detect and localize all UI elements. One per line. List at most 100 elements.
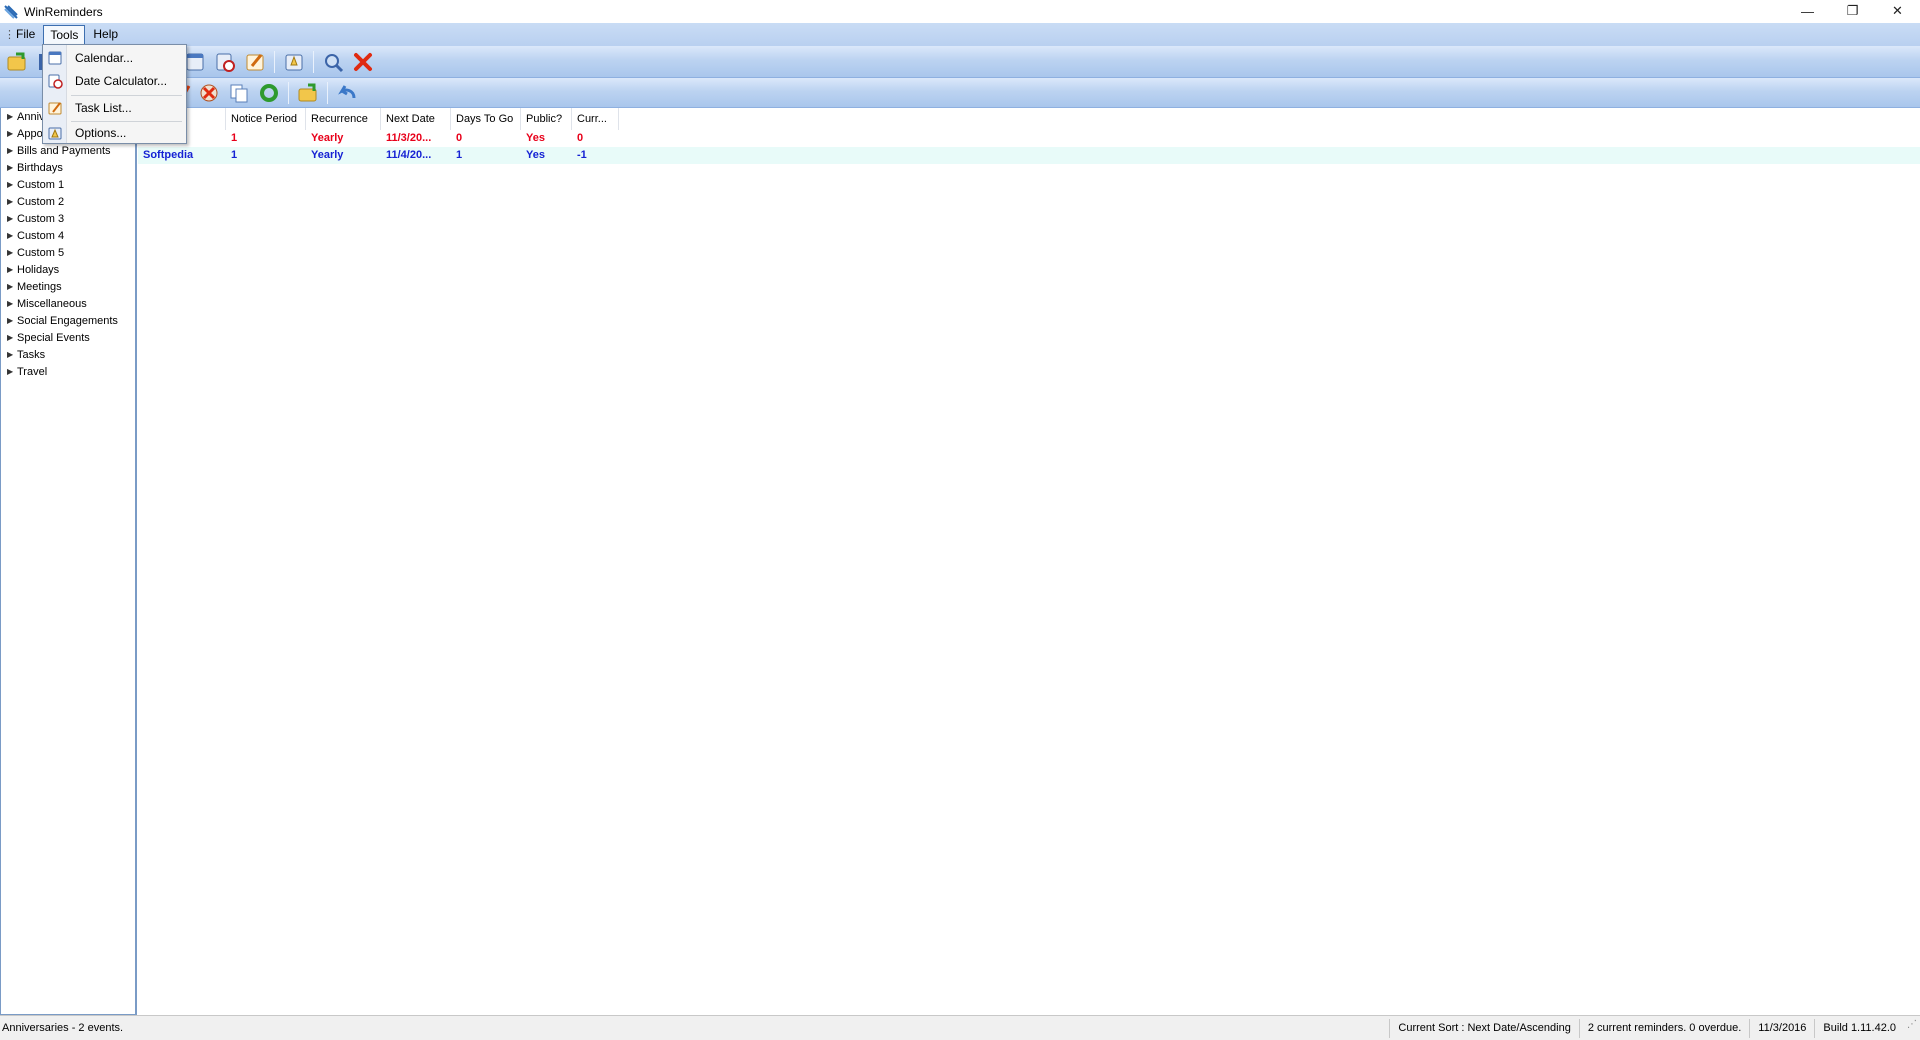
tree-item-label: Holidays [17, 263, 60, 276]
tree-item-label: Tasks [17, 348, 46, 361]
status-category-count: Anniversaries - 2 events. [2, 1022, 124, 1034]
tree-item-miscellaneous[interactable]: ▶ Miscellaneous [1, 295, 135, 312]
expand-arrow-icon[interactable]: ▶ [1, 231, 13, 240]
menu-item-label: Task List... [75, 101, 132, 115]
refresh-icon[interactable] [256, 80, 282, 106]
expand-arrow-icon[interactable]: ▶ [1, 367, 13, 376]
cell-current: -1 [577, 149, 587, 161]
column-header-current[interactable]: Curr... [572, 108, 619, 130]
expand-arrow-icon[interactable]: ▶ [1, 265, 13, 274]
exit-icon[interactable] [350, 49, 376, 75]
cell-days-to-go: 1 [456, 149, 463, 161]
undo-icon[interactable] [334, 80, 360, 106]
tree-item-travel[interactable]: ▶ Travel [1, 363, 135, 380]
menu-item-calendar[interactable]: Calendar... [43, 47, 186, 69]
expand-arrow-icon[interactable]: ▶ [1, 333, 13, 342]
status-reminder-summary: 2 current reminders. 0 overdue. [1578, 1018, 1749, 1038]
table-row[interactable]: Test 1 Yearly 11/3/20... 0 Yes 0 [138, 130, 1920, 147]
tree-item-label: Social Engagements [17, 314, 118, 327]
cell-recurrence: Yearly [311, 149, 344, 161]
tree-item-bills[interactable]: ▶ Bills and Payments [1, 142, 135, 159]
alarm-notify-icon[interactable] [281, 49, 307, 75]
task-list-icon [43, 100, 67, 116]
column-header-public[interactable]: Public? [521, 108, 572, 130]
tree-item-tasks[interactable]: ▶ Tasks [1, 346, 135, 363]
status-date: 11/3/2016 [1749, 1018, 1814, 1038]
cell-public: Yes [526, 132, 545, 144]
expand-arrow-icon[interactable]: ▶ [1, 112, 13, 121]
expand-arrow-icon[interactable]: ▶ [1, 214, 13, 223]
view-date-calculator-icon[interactable] [212, 49, 238, 75]
new-category-icon[interactable] [4, 49, 30, 75]
tree-item-holidays[interactable]: ▶ Holidays [1, 261, 135, 278]
menu-item-label: Date Calculator... [75, 74, 168, 88]
tree-item-label: Custom 1 [17, 178, 65, 191]
calendar-icon [43, 50, 67, 66]
date-calculator-icon [43, 73, 67, 89]
toolbar-separator [274, 50, 275, 73]
tree-item-custom-3[interactable]: ▶ Custom 3 [1, 210, 135, 227]
expand-arrow-icon[interactable]: ▶ [1, 197, 13, 206]
expand-arrow-icon[interactable]: ▶ [1, 248, 13, 257]
menu-tools[interactable]: Tools [43, 25, 86, 44]
tree-item-label: Custom 5 [17, 246, 65, 259]
tree-item-custom-5[interactable]: ▶ Custom 5 [1, 244, 135, 261]
title-bar: WinReminders — ❐ ✕ [0, 0, 1920, 23]
tree-item-label: Custom 3 [17, 212, 65, 225]
menu-item-task-list[interactable]: Task List... [43, 97, 186, 119]
pane-splitter[interactable] [136, 108, 137, 1015]
menu-item-date-calculator[interactable]: Date Calculator... [43, 70, 186, 92]
grid-header: Label Notice Period Recurrence Next Date… [138, 108, 1920, 130]
tree-item-social-engagements[interactable]: ▶ Social Engagements [1, 312, 135, 329]
reminder-grid: Label Notice Period Recurrence Next Date… [138, 108, 1920, 1015]
expand-arrow-icon[interactable]: ▶ [1, 282, 13, 291]
tree-item-label: Meetings [17, 280, 62, 293]
status-build: Build 1.11.42.0 [1814, 1018, 1904, 1038]
expand-arrow-icon[interactable]: ▶ [1, 163, 13, 172]
column-header-next-date[interactable]: Next Date [381, 108, 451, 130]
app-logo-icon [4, 4, 18, 19]
main-toolbar [0, 46, 1920, 78]
cell-recurrence: Yearly [311, 132, 344, 144]
menu-grip-icon: ⋮ [4, 29, 15, 41]
cell-next-date: 11/3/20... [386, 132, 432, 144]
toolbar-separator [288, 81, 289, 104]
menu-help[interactable]: Help [87, 25, 124, 44]
expand-arrow-icon[interactable]: ▶ [1, 350, 13, 359]
tree-item-custom-4[interactable]: ▶ Custom 4 [1, 227, 135, 244]
expand-arrow-icon[interactable]: ▶ [1, 129, 13, 138]
delete-reminder-icon[interactable] [196, 80, 222, 106]
minimize-button[interactable]: — [1785, 0, 1830, 22]
expand-arrow-icon[interactable]: ▶ [1, 146, 13, 155]
column-header-days-to-go[interactable]: Days To Go [451, 108, 521, 130]
menu-file[interactable]: File [10, 25, 41, 44]
menu-separator [71, 95, 182, 96]
expand-arrow-icon[interactable]: ▶ [1, 180, 13, 189]
tree-item-custom-2[interactable]: ▶ Custom 2 [1, 193, 135, 210]
tree-item-special-events[interactable]: ▶ Special Events [1, 329, 135, 346]
restore-button[interactable]: ❐ [1830, 0, 1875, 22]
tree-item-custom-1[interactable]: ▶ Custom 1 [1, 176, 135, 193]
column-header-notice-period[interactable]: Notice Period [226, 108, 306, 130]
expand-arrow-icon[interactable]: ▶ [1, 299, 13, 308]
view-task-list-icon[interactable] [242, 49, 268, 75]
cell-notice-period: 1 [231, 132, 238, 144]
expand-arrow-icon[interactable]: ▶ [1, 316, 13, 325]
column-header-recurrence[interactable]: Recurrence [306, 108, 381, 130]
menu-item-options[interactable]: Options... [43, 122, 186, 144]
table-row[interactable]: Softpedia 1 Yearly 11/4/20... 1 Yes -1 [138, 147, 1920, 164]
resize-grip-icon[interactable]: ⋰ [1904, 1019, 1920, 1038]
cell-days-to-go: 0 [456, 132, 463, 144]
tree-item-birthdays[interactable]: ▶ Birthdays [1, 159, 135, 176]
tree-item-meetings[interactable]: ▶ Meetings [1, 278, 135, 295]
cell-notice-period: 1 [231, 149, 238, 161]
move-reminder-icon[interactable] [295, 80, 321, 106]
menu-bar: ⋮ File Tools Help [0, 23, 1920, 46]
status-bar: Anniversaries - 2 events. Current Sort :… [0, 1015, 1920, 1040]
search-icon[interactable] [320, 49, 346, 75]
toolbar-separator [313, 50, 314, 73]
tree-item-label: Birthdays [17, 161, 63, 174]
reminder-toolbar [0, 78, 1920, 108]
copy-reminder-icon[interactable] [226, 80, 252, 106]
close-window-button[interactable]: ✕ [1875, 0, 1920, 22]
